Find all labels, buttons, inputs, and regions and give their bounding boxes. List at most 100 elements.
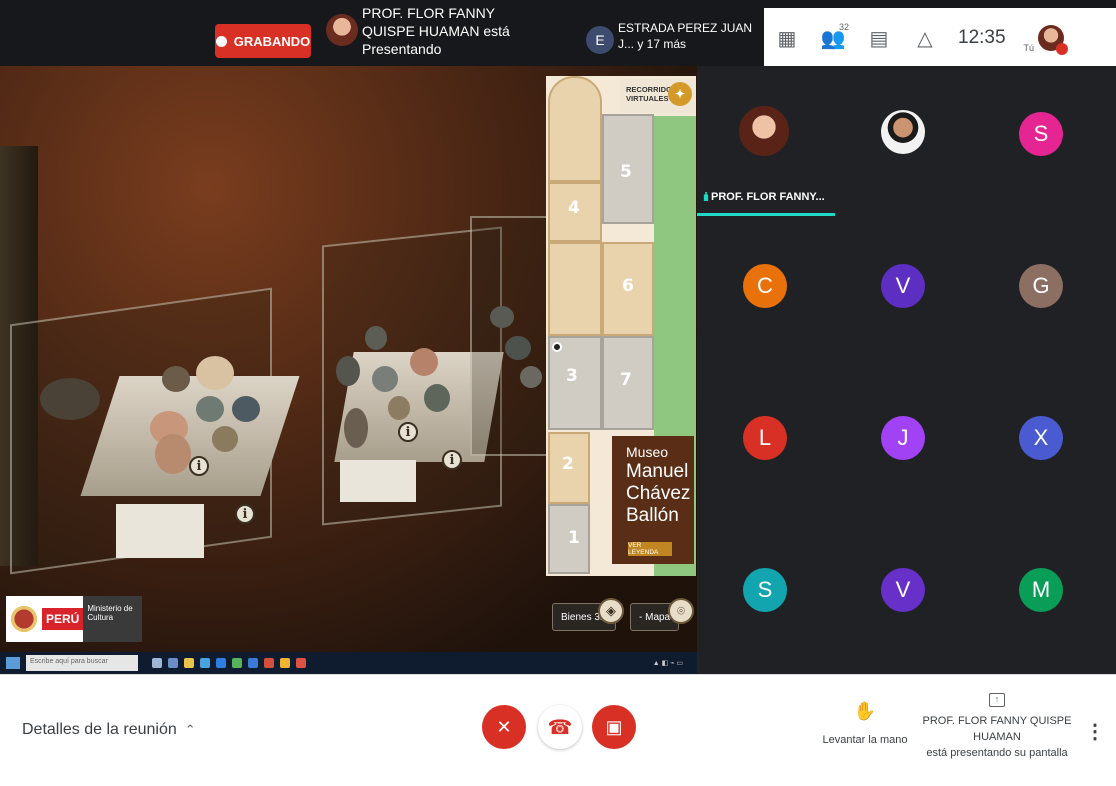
self-avatar[interactable] [1038,25,1069,55]
participant-avatar: J [881,416,925,460]
speaking-indicator-icon: ılı [703,190,709,204]
taskbar-app-icon[interactable] [264,658,274,668]
artifact [505,336,531,360]
artifact [212,426,238,452]
recorridos-logo-icon: ✦ [668,82,692,106]
artifact [424,384,450,412]
microphone-toggle-button[interactable]: ✕ [482,705,526,749]
participant-tile[interactable]: V [835,218,975,368]
presenter-status: PROF. FLOR FANNY QUISPE HUAMAN está Pres… [362,5,510,57]
artifact [40,378,100,420]
top-right-controls: ▦ 👥 32 ▤ △ 12:35 Tú [764,8,1116,68]
participant-tile[interactable]: S [973,66,1113,216]
participant-photo [739,106,789,156]
people-icon[interactable]: 👥 32 [810,18,856,58]
room-number: 5 [620,162,632,182]
top-bar: GRABANDO PROF. FLOR FANNY QUISPE HUAMAN … [0,0,1116,68]
layout-icon[interactable]: ▦ [764,18,810,58]
room-number: 6 [622,276,634,296]
hand-icon: ✋ [853,701,877,721]
camera-off-icon: ▣ [605,716,623,737]
ver-leyenda-button[interactable]: VER LEYENDA [628,542,672,556]
more-options-icon[interactable]: ⋮ [1085,719,1105,744]
ministry-label: Ministerio de Cultura [83,596,142,642]
artifact [196,356,234,390]
presenting-detail: está presentando su pantalla [926,747,1068,759]
participant-tile[interactable]: S [697,522,837,672]
info-icon[interactable]: i [189,456,209,476]
clock: 12:35 [958,27,1006,48]
artifact [490,306,514,328]
taskbar-app-icon[interactable] [216,658,226,668]
taskbar-app-icon[interactable] [152,658,162,668]
leave-call-button[interactable]: ☎ [538,705,582,749]
description-plate [340,460,416,502]
artifact [520,366,542,388]
participant-tile[interactable]: V [835,522,975,672]
room-number: 7 [620,370,632,390]
peru-label: PERÚ [42,608,84,630]
mic-off-icon [1056,43,1069,55]
taskbar-app-icon[interactable] [232,658,242,668]
recorridos-label[interactable]: RECORRIDOS VIRTUALES ✦ [620,79,696,113]
bottom-bar: Detalles de la reunión ⌃ ✕ ☎ ▣ ✋ Levanta… [0,674,1116,786]
artifact [162,366,190,392]
system-tray[interactable]: ▲ ◧ ⌁ ▭ [653,659,683,667]
participant-avatar: M [1019,568,1063,612]
meeting-details-label: Detalles de la reunión [22,721,177,738]
chat-icon[interactable]: ▤ [856,18,902,58]
taskbar-app-icon[interactable] [248,658,258,668]
camera-toggle-button[interactable]: ▣ [592,705,636,749]
presenting-name: PROF. FLOR FANNY QUISPE HUAMAN [922,715,1072,743]
participant-tile[interactable]: X [973,370,1113,520]
present-screen-icon: ↑ [989,693,1005,707]
participant-avatar: V [881,264,925,308]
taskbar-app-icon[interactable] [280,658,290,668]
info-icon[interactable]: i [235,504,255,524]
windows-start-icon[interactable] [6,657,20,669]
meeting-details-button[interactable]: Detalles de la reunión ⌃ [22,721,196,739]
artifact [196,396,224,422]
peru-shield-icon [10,600,38,638]
cube-icon[interactable]: ◈ [598,598,624,624]
museo-label: Museo [626,444,669,460]
participant-avatar: X [1019,416,1063,460]
info-icon[interactable]: i [398,422,418,442]
participant-photo[interactable] [881,110,925,154]
shared-screen: i i i i 1 2 3 4 5 6 7 RECORRIDOS VIRTUAL… [0,66,697,674]
participant-tile[interactable]: G [973,218,1113,368]
taskbar-app-icon[interactable] [168,658,178,668]
taskbar-app-icon[interactable] [184,658,194,668]
participant-tile[interactable]: C [697,218,837,368]
map-room[interactable] [548,242,602,336]
participant-avatar: S [1019,112,1063,156]
self-label: Tú [1023,43,1035,53]
taskbar-app-icon[interactable] [200,658,210,668]
mic-off-icon: ✕ [496,716,512,737]
taskbar-app-icon[interactable] [296,658,306,668]
artifact [232,396,260,422]
taskbar-search[interactable]: Escribe aquí para buscar [26,655,138,671]
participant-tile[interactable]: M [973,522,1113,672]
presenting-status[interactable]: ↑ PROF. FLOR FANNY QUISPE HUAMAN está pr… [912,691,1082,761]
recording-indicator[interactable]: GRABANDO [215,24,311,58]
participant-tile[interactable]: L [697,370,837,520]
artifact [155,434,191,474]
windows-taskbar: Escribe aquí para buscar ▲ ◧ ⌁ ▭ [0,652,697,674]
artifact [344,408,368,448]
map-room[interactable] [548,76,602,182]
info-icon[interactable]: i [442,450,462,470]
chevron-up-icon: ⌃ [184,722,196,737]
participant-tile-speaker[interactable]: ılı PROF. FLOR FANNY... [697,66,837,216]
map-pin-icon[interactable]: ⌾ [668,598,694,624]
activities-icon[interactable]: △ [902,18,948,58]
speaking-underline [697,213,835,216]
participant-avatar: V [881,568,925,612]
participant-tile[interactable]: J [835,370,975,520]
participant-avatar: E [586,26,614,54]
participants-summary[interactable]: ESTRADA PEREZ JUAN J... y 17 más [618,20,768,52]
recorridos-text: RECORRIDOS VIRTUALES [626,85,677,103]
recording-label: GRABANDO [233,33,311,49]
artifact [388,396,410,420]
raise-hand-button[interactable]: ✋ Levantar la mano [820,701,910,746]
